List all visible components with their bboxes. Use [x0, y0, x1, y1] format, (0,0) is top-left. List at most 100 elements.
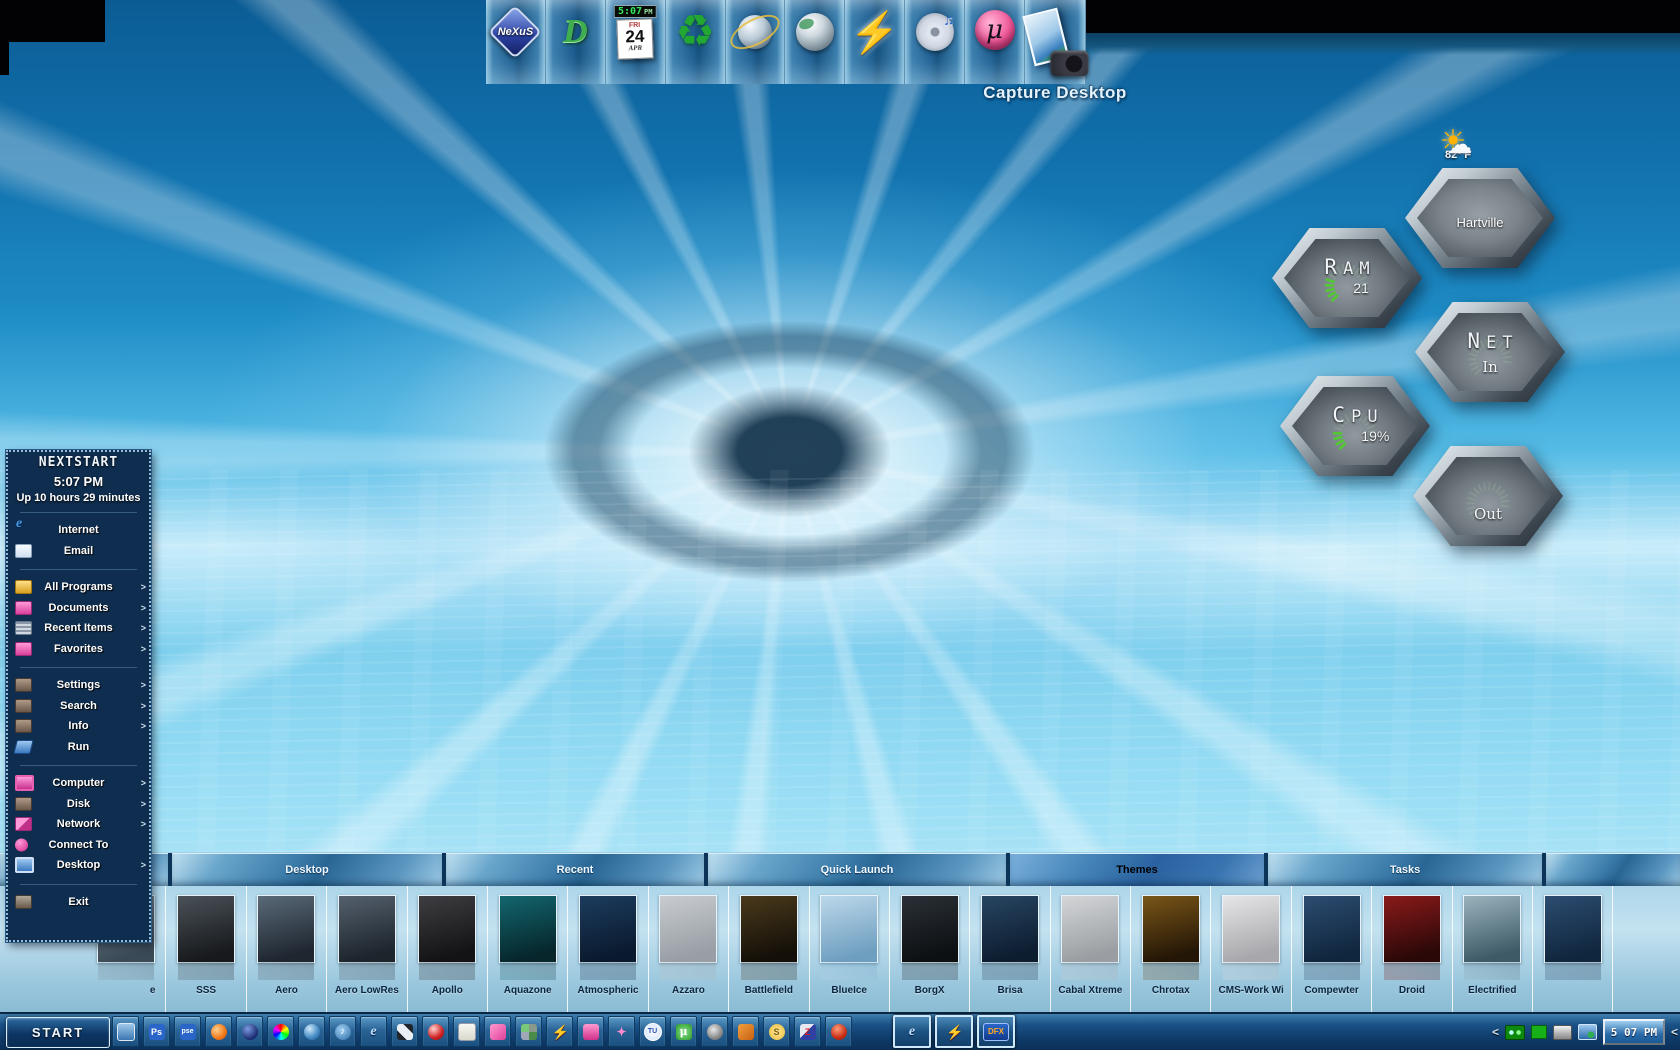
- quicklaunch-mutorrent[interactable]: μ: [670, 1016, 697, 1047]
- task-dfx[interactable]: DFX: [977, 1015, 1015, 1048]
- menu-item-run[interactable]: Run: [8, 737, 149, 758]
- menu-item-network[interactable]: Network >: [8, 814, 149, 835]
- green-square-icon[interactable]: [1530, 1025, 1547, 1039]
- menu-item-documents[interactable]: Documents >: [8, 598, 149, 619]
- network-icon: [15, 817, 32, 832]
- menu-item-internet[interactable]: Internet: [8, 516, 149, 541]
- quicklaunch-mascot[interactable]: [825, 1016, 852, 1047]
- net-out-widget[interactable]: Out: [1413, 446, 1563, 546]
- dock-item-capture-desktop[interactable]: [1025, 0, 1089, 84]
- printer-icon[interactable]: [1552, 1024, 1572, 1040]
- quicklaunch-notepad[interactable]: [453, 1016, 480, 1047]
- quicklaunch-globe[interactable]: [298, 1016, 325, 1047]
- quicklaunch-media-orb[interactable]: [422, 1016, 449, 1047]
- quicklaunch-swoosh[interactable]: S: [763, 1016, 790, 1047]
- dock-item-recycle-bin[interactable]: [665, 0, 726, 84]
- submenu-arrow-icon: >: [140, 819, 146, 830]
- theme-item-azzaro[interactable]: Azzaro: [649, 886, 730, 1012]
- theme-item-brisa[interactable]: Brisa: [970, 886, 1051, 1012]
- quicklaunch-winzip[interactable]: [546, 1016, 573, 1047]
- world-globe-icon: [789, 6, 841, 58]
- theme-item-cabal-xtreme[interactable]: Cabal Xtreme: [1051, 886, 1132, 1012]
- tab-desktop[interactable]: Desktop: [172, 853, 442, 886]
- quicklaunch-disc[interactable]: [701, 1016, 728, 1047]
- menu-item-computer[interactable]: Computer >: [8, 773, 149, 794]
- menu-item-settings[interactable]: Settings >: [8, 675, 149, 696]
- theme-label: Compewter: [1304, 985, 1359, 996]
- menu-item-search[interactable]: Search >: [8, 696, 149, 717]
- menu-item-email[interactable]: Email: [8, 541, 149, 562]
- theme-item-sss[interactable]: SSS: [166, 886, 247, 1012]
- menu-item-label: Search: [60, 699, 97, 712]
- theme-item-electrified[interactable]: Electrified: [1453, 886, 1534, 1012]
- cpu-widget[interactable]: CPU 19%: [1280, 376, 1430, 476]
- start-button[interactable]: START: [6, 1017, 110, 1048]
- quicklaunch-pink-star[interactable]: [608, 1016, 635, 1047]
- theme-item-apollo[interactable]: Apollo: [408, 886, 488, 1012]
- tab-tasks[interactable]: Tasks: [1268, 853, 1542, 886]
- theme-item[interactable]: [1533, 886, 1614, 1012]
- theme-item-blueice[interactable]: BlueIce: [810, 886, 890, 1012]
- menu-item-recent-items[interactable]: Recent Items >: [8, 618, 149, 639]
- quicklaunch-pink-case[interactable]: [577, 1016, 604, 1047]
- theme-item-cms-work-wi[interactable]: CMS-Work Wi: [1211, 886, 1292, 1012]
- quicklaunch-media-player[interactable]: ♪: [329, 1016, 356, 1047]
- tab-themes[interactable]: Themes: [1010, 853, 1264, 886]
- run-icon: [13, 739, 34, 754]
- menu-item-all-programs[interactable]: All Programs >: [8, 577, 149, 598]
- notepad-icon: [457, 1022, 476, 1041]
- quicklaunch-internet-explorer[interactable]: e: [360, 1016, 387, 1047]
- menu-item-favorites[interactable]: Favorites >: [8, 639, 149, 660]
- net-widget[interactable]: NET In: [1415, 302, 1565, 402]
- dock-item-lightning[interactable]: [845, 0, 906, 84]
- quicklaunch-tuneup[interactable]: TU: [639, 1016, 666, 1047]
- dock-item-music-cd[interactable]: [905, 0, 966, 84]
- network-icon[interactable]: [1577, 1024, 1597, 1040]
- quicklaunch-zoner[interactable]: Z: [794, 1016, 821, 1047]
- dock-item-objectdock[interactable]: D: [545, 0, 606, 84]
- task-winzip[interactable]: [935, 1015, 973, 1048]
- theme-item-battlefield[interactable]: Battlefield: [729, 886, 810, 1012]
- dock-item-world-globe[interactable]: [785, 0, 846, 84]
- dock-item-atom-globe[interactable]: [725, 0, 786, 84]
- theme-item-aero[interactable]: Aero: [247, 886, 328, 1012]
- theme-item-atmospheric[interactable]: Atmospheric: [568, 886, 649, 1012]
- menu-item-exit[interactable]: Exit: [8, 892, 149, 913]
- menu-item-disk[interactable]: Disk >: [8, 794, 149, 815]
- weather-widget[interactable]: Hartville: [1405, 168, 1555, 268]
- quicklaunch-photoshop-elements[interactable]: pse: [174, 1016, 201, 1047]
- quicklaunch-photoshop[interactable]: Ps: [143, 1016, 170, 1047]
- tab-recent[interactable]: Recent: [446, 853, 704, 886]
- chevron-right-icon[interactable]: <: [1671, 1025, 1678, 1039]
- start-menu-title: NEXTSTART: [38, 455, 119, 470]
- theme-item-compewter[interactable]: Compewter: [1292, 886, 1373, 1012]
- dock-item-nexus[interactable]: NeXuS: [486, 0, 546, 84]
- quicklaunch-cutter[interactable]: [391, 1016, 418, 1047]
- chevron-left-icon[interactable]: <: [1492, 1025, 1499, 1039]
- theme-item-aquazone[interactable]: Aquazone: [488, 886, 569, 1012]
- quicklaunch-flame[interactable]: [205, 1016, 232, 1047]
- quicklaunch-show-desktop[interactable]: [112, 1016, 139, 1047]
- theme-item-droid[interactable]: Droid: [1372, 886, 1453, 1012]
- quicklaunch-color-wheel[interactable]: [267, 1016, 294, 1047]
- quicklaunch-picture[interactable]: [732, 1016, 759, 1047]
- tray-clock[interactable]: 5 07 PM: [1602, 1019, 1665, 1045]
- menu-item-connect-to[interactable]: Connect To: [8, 835, 149, 856]
- tab-label: Themes: [1116, 864, 1158, 876]
- quicklaunch-pink-banner[interactable]: [484, 1016, 511, 1047]
- theme-item-aero-lowres[interactable]: Aero LowRes: [327, 886, 408, 1012]
- quicklaunch-dark-orb[interactable]: [236, 1016, 263, 1047]
- theme-item-borgx[interactable]: BorgX: [890, 886, 971, 1012]
- dock-item-mu-player[interactable]: μ: [965, 0, 1026, 84]
- ram-widget[interactable]: RAM 21: [1272, 228, 1422, 328]
- status-green-icon[interactable]: [1504, 1024, 1525, 1040]
- task-internet-explorer[interactable]: e: [893, 1015, 931, 1048]
- tab-quick-launch[interactable]: Quick Launch: [708, 853, 1006, 886]
- menu-item-info[interactable]: Info >: [8, 716, 149, 737]
- running-tasks: e DFX: [893, 1015, 1015, 1048]
- theme-item-chrotax[interactable]: Chrotax: [1131, 886, 1212, 1012]
- menu-item-desktop[interactable]: Desktop >: [8, 855, 149, 876]
- dock-item-calendar-clock[interactable]: 5:07 PM FRI 24 APR: [605, 0, 666, 84]
- theme-label: BlueIce: [831, 985, 867, 996]
- quicklaunch-blocks[interactable]: [515, 1016, 542, 1047]
